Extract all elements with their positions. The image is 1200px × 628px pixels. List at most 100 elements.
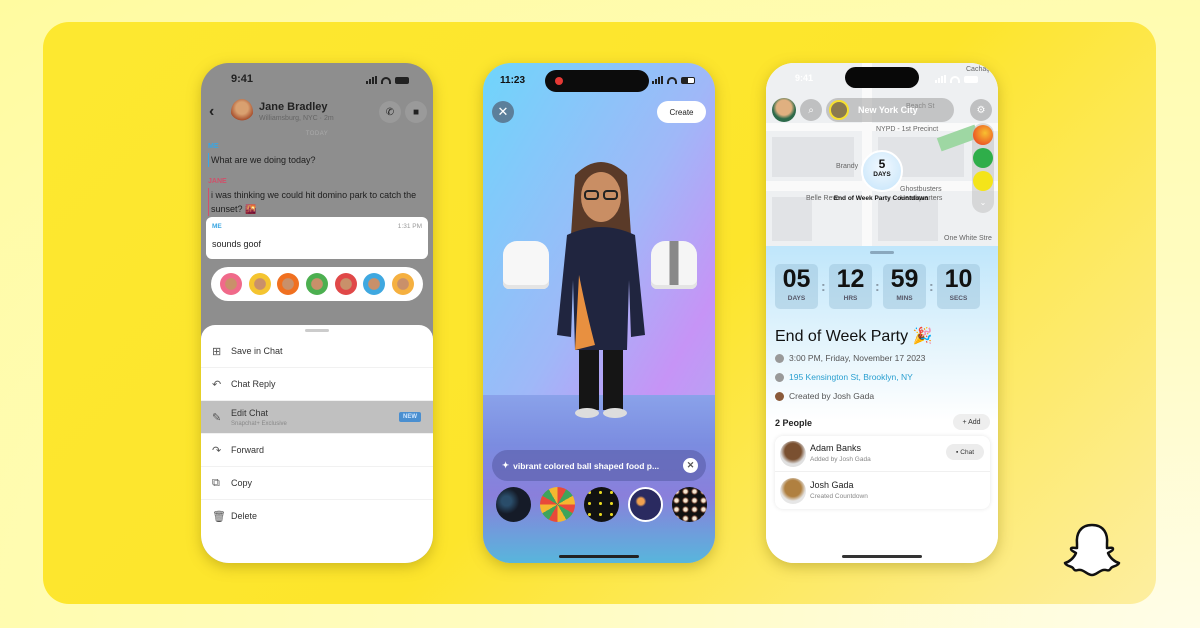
countdown-map-bubble[interactable]: 5 DAYS <box>861 150 903 192</box>
chat-message[interactable]: What are we doing today? <box>208 153 427 167</box>
heatmap-layer-button[interactable] <box>973 125 993 145</box>
battery-icon <box>681 76 695 84</box>
countdown-timer: 05 DAYS 12 HRS 59 MINS 10 SECS ::: <box>775 264 991 309</box>
menu-item-delete[interactable]: 🗑 Delete <box>201 500 433 533</box>
pattern-colorful-stickers[interactable] <box>540 487 575 522</box>
contact-name[interactable]: Jane Bradley <box>259 101 327 113</box>
pattern-planets-selected[interactable] <box>628 487 663 522</box>
event-title: End of Week Party 🎉 <box>775 328 933 345</box>
person-name: Josh Gada <box>810 480 854 490</box>
message-time: 1:31 PM <box>397 223 422 230</box>
status-time: 11:23 <box>500 75 526 86</box>
sheet-handle[interactable] <box>305 329 329 332</box>
create-button[interactable]: Create <box>657 101 706 123</box>
memories-layer-button[interactable] <box>973 148 993 168</box>
fire-bitmoji-reaction[interactable] <box>277 273 300 295</box>
menu-label: Chat Reply <box>231 379 276 389</box>
day-divider: TODAY <box>305 131 329 137</box>
snap-map[interactable]: Beach St NYPD - 1st Precinct Brandy Bell… <box>766 63 998 246</box>
status-bar: 9:41 <box>201 73 433 89</box>
chevron-down-icon[interactable]: ⌄ <box>973 193 993 213</box>
chat-button[interactable]: ▪ Chat <box>946 444 984 460</box>
heart-bitmoji-reaction[interactable] <box>220 273 243 295</box>
pattern-yellow-dollar[interactable] <box>584 487 619 522</box>
video-call-button[interactable]: ■ <box>405 101 427 123</box>
panel-handle[interactable] <box>870 251 894 254</box>
location-pill[interactable]: New York City <box>826 98 954 122</box>
countdown-days: 05 DAYS <box>775 264 818 309</box>
laugh-bitmoji-reaction[interactable] <box>248 273 271 295</box>
chat-message[interactable]: i was thinking we could hit domino park … <box>208 188 427 216</box>
gear-icon: ⚙ <box>976 104 986 116</box>
cry-bitmoji-reaction[interactable] <box>363 273 386 295</box>
location-pin-icon <box>775 372 784 382</box>
search-button[interactable]: ⌕ <box>800 99 822 121</box>
pencil-icon: ✎ <box>212 412 222 424</box>
video-icon: ■ <box>412 106 420 118</box>
person-name: Adam Banks <box>810 443 862 453</box>
back-icon[interactable]: ‹ <box>209 103 214 121</box>
person-row[interactable]: Josh Gada Created Countdown <box>775 473 990 509</box>
settings-button[interactable]: ⚙ <box>970 99 992 121</box>
battery-icon <box>964 75 978 83</box>
search-icon: ⌕ <box>808 104 814 116</box>
days-value: 5 <box>878 157 886 171</box>
people-count: 2 People <box>775 418 813 428</box>
places-layer-button[interactable] <box>973 171 993 191</box>
menu-item-copy[interactable]: ⧉ Copy <box>201 467 433 500</box>
sender-label: ME <box>212 223 222 230</box>
chat-bubble-icon: ▪ <box>955 448 959 456</box>
my-bitmoji-button[interactable] <box>772 98 796 122</box>
menu-item-edit-chat[interactable]: ✎ Edit Chat Snapchat+ Exclusive NEW <box>201 401 433 434</box>
event-map-label: End of Week Party Countdown <box>833 195 929 202</box>
countdown-seconds: 10 SECS <box>937 264 980 309</box>
person-row[interactable]: Adam Banks Added by Josh Gada ▪ Chat <box>775 436 990 472</box>
call-button[interactable]: ✆ <box>379 101 401 123</box>
person-sub: Added by Josh Gada <box>810 456 871 463</box>
menu-label: Edit Chat <box>231 408 269 418</box>
pattern-spheres[interactable] <box>672 487 707 522</box>
bitmoji-phone: 11:23 ✕ Create ✦ vibrant colored ball sh… <box>483 63 715 563</box>
party-bitmoji-reaction[interactable] <box>391 273 414 295</box>
countdown-panel: 05 DAYS 12 HRS 59 MINS 10 SECS ::: End of We… <box>766 246 998 563</box>
days-unit: DAYS <box>873 171 891 178</box>
ai-prompt-field[interactable]: ✦ vibrant colored ball shaped food p... … <box>492 450 706 481</box>
menu-label: Forward <box>231 445 265 455</box>
home-indicator <box>842 555 922 558</box>
clear-prompt-button[interactable]: ✕ <box>683 458 698 473</box>
menu-item-forward[interactable]: ↷ Forward <box>201 434 433 467</box>
pattern-dark-floral[interactable] <box>496 487 531 522</box>
creator-avatar <box>775 391 784 401</box>
menu-label: Copy <box>231 478 253 488</box>
bitmoji-avatar <box>557 162 645 418</box>
message-action-sheet: ⊞ Save in Chat ↶ Chat Reply ✎ Edit Chat Snap… <box>201 325 433 563</box>
hoodie-option-white[interactable] <box>503 241 549 289</box>
selected-message[interactable]: ME 1:31 PM sounds goof <box>206 217 428 259</box>
menu-item-chat-reply[interactable]: ↶ Chat Reply <box>201 368 433 401</box>
map-label: NYPD - 1st Precinct <box>876 126 939 133</box>
add-person-button[interactable]: + Add <box>953 414 990 430</box>
menu-sublabel: Snapchat+ Exclusive <box>231 421 287 427</box>
snapchat-ghost-logo <box>1063 523 1121 577</box>
event-creator: Created by Josh Gada <box>775 391 874 401</box>
copy-icon: ⧉ <box>212 477 220 489</box>
clock-icon <box>775 353 784 363</box>
prompt-text: vibrant colored ball shaped food p... <box>513 460 660 471</box>
menu-item-save-in-chat[interactable]: ⊞ Save in Chat <box>201 335 433 368</box>
reaction-bar <box>211 267 423 301</box>
person-avatar <box>780 441 806 467</box>
zip-hoodie-option[interactable] <box>651 241 697 289</box>
event-address[interactable]: 195 Kensington St, Brooklyn, NY <box>775 372 913 382</box>
person-avatar <box>780 478 806 504</box>
signal-icon <box>366 76 377 84</box>
signal-icon <box>652 76 663 84</box>
thumbs-up-bitmoji-reaction[interactable] <box>305 273 328 295</box>
pattern-options <box>496 487 707 522</box>
home-indicator <box>559 555 639 558</box>
exclaim-bitmoji-reaction[interactable] <box>334 273 357 295</box>
location-name: New York City <box>858 105 918 115</box>
contact-avatar[interactable] <box>231 99 253 125</box>
close-button[interactable]: ✕ <box>492 101 514 123</box>
reply-icon: ↶ <box>212 379 222 391</box>
map-label: Cachaç <box>966 66 990 73</box>
